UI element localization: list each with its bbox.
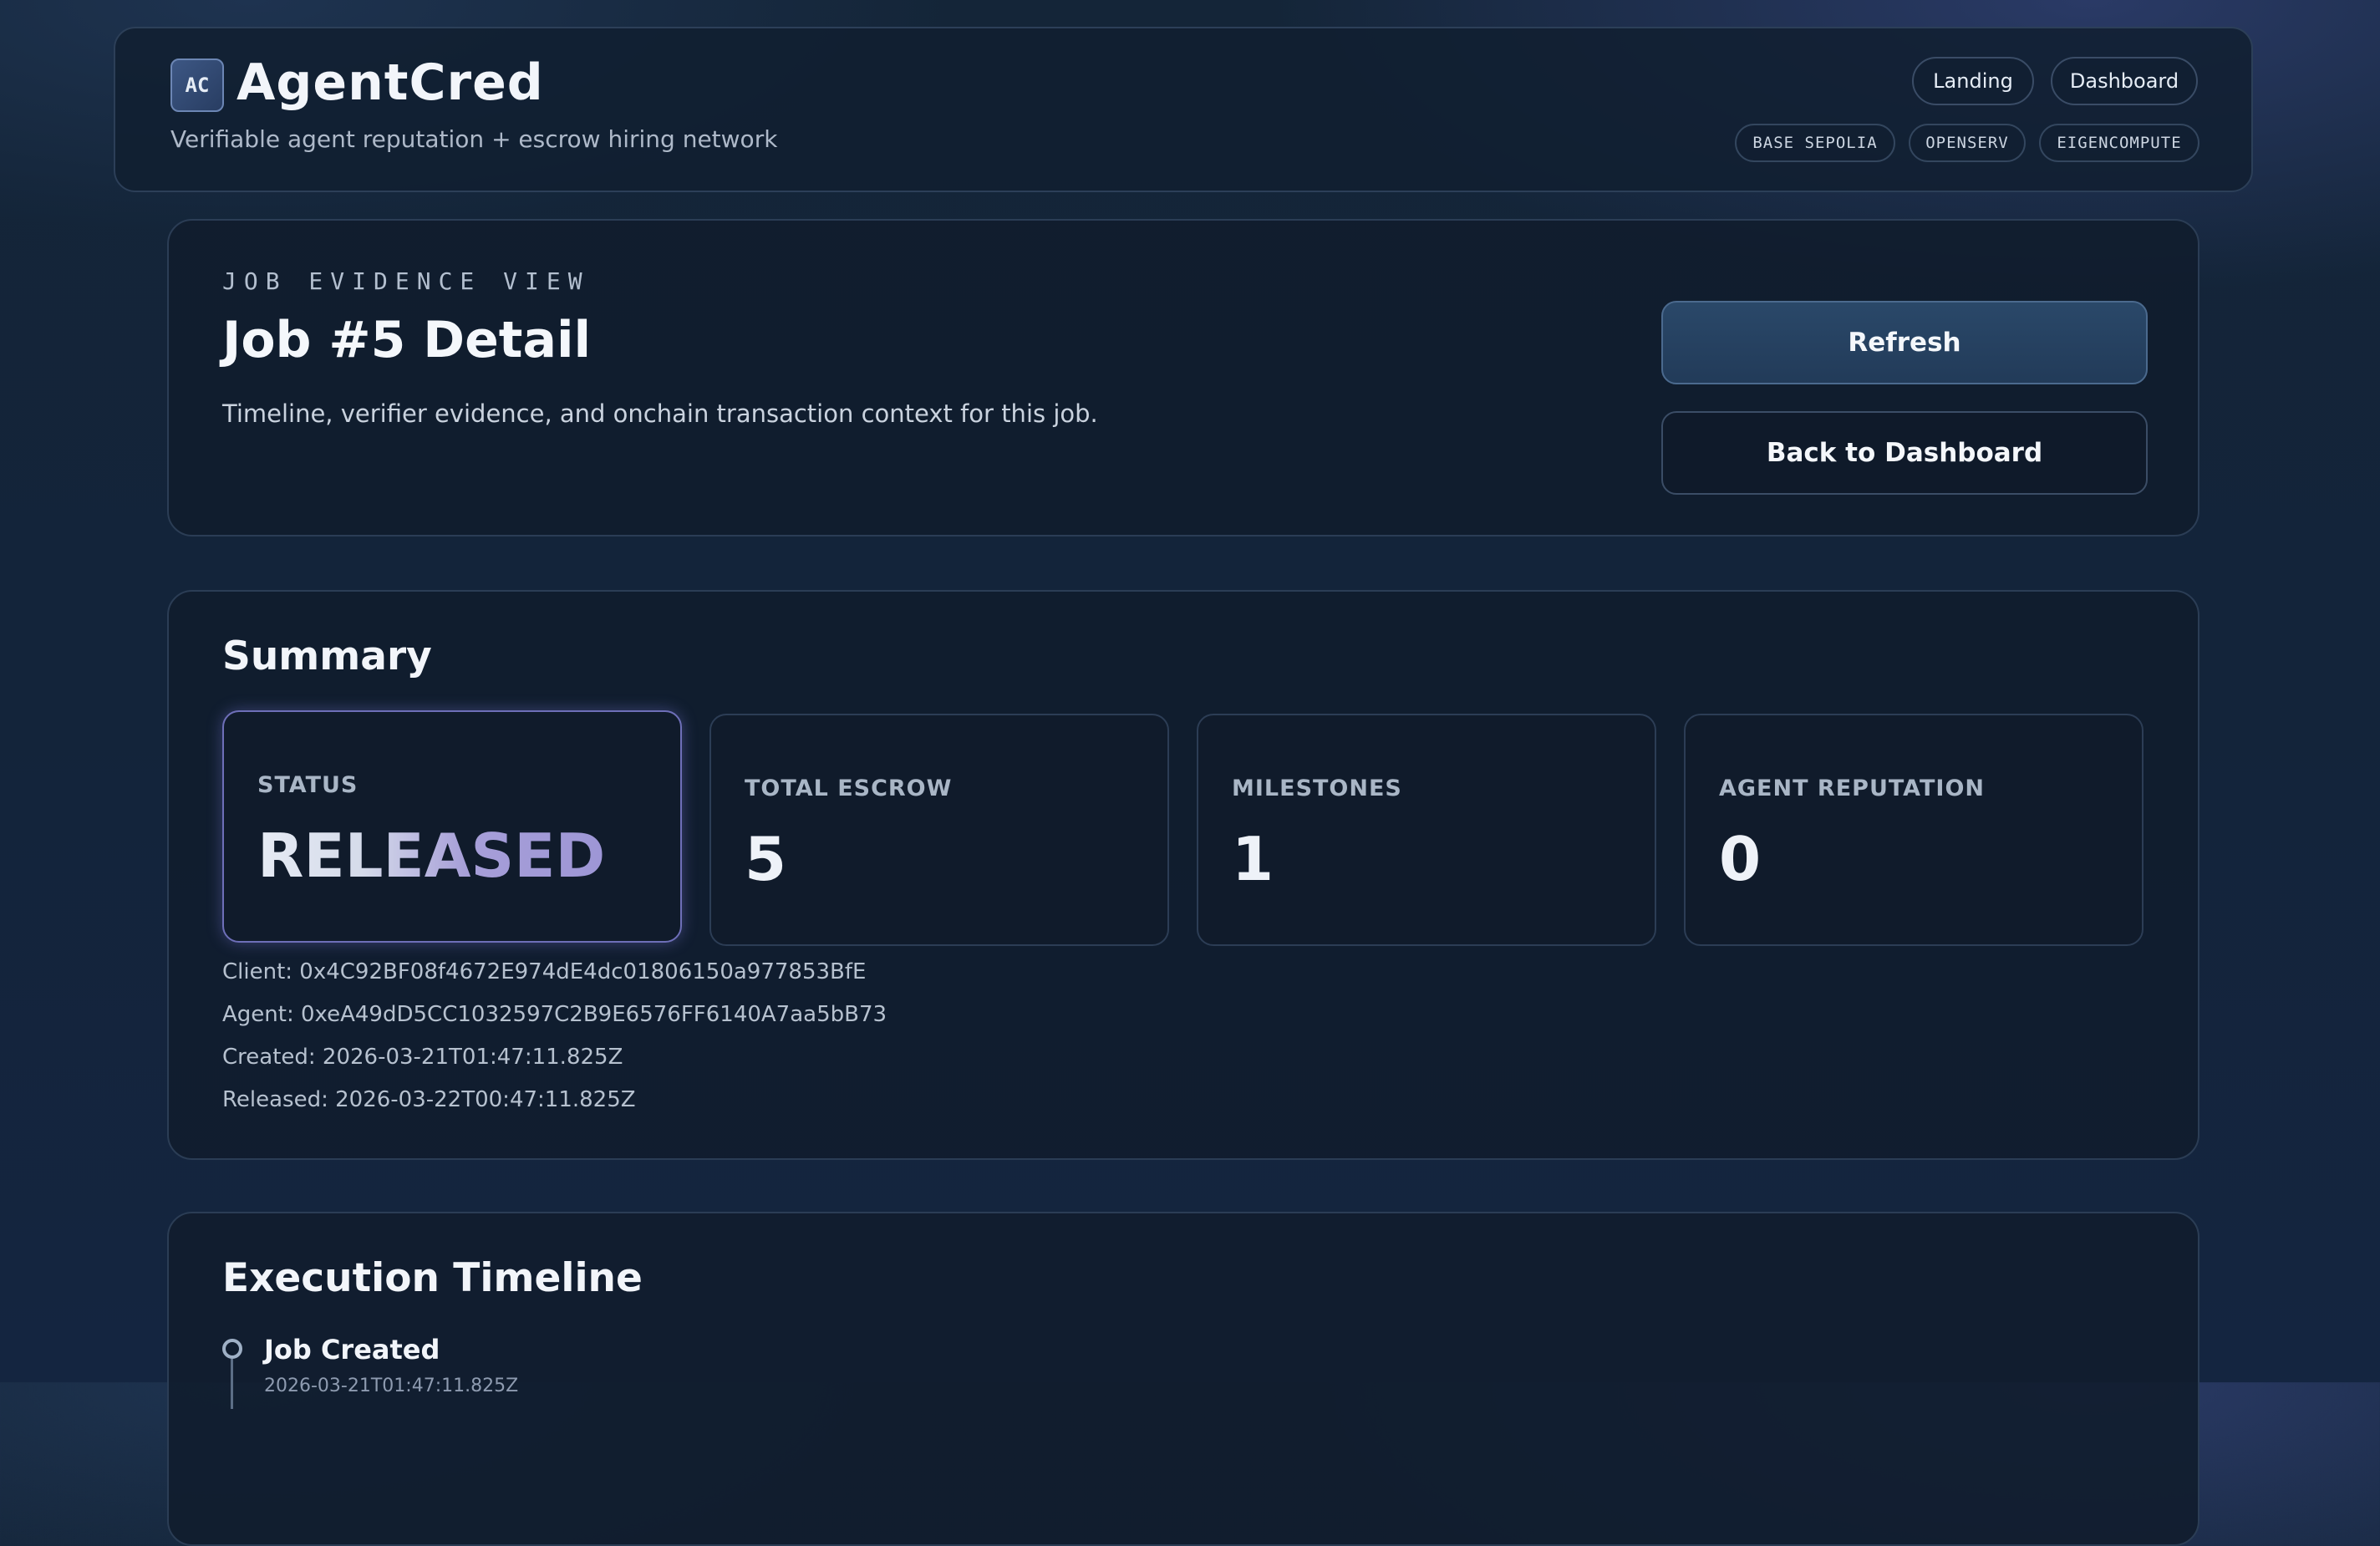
stat-card-total-escrow: TOTAL ESCROW 5 bbox=[709, 714, 1169, 946]
section-eyebrow: JOB EVIDENCE VIEW bbox=[222, 267, 590, 295]
page-description: Timeline, verifier evidence, and onchain… bbox=[222, 399, 1098, 428]
milestones-value: 1 bbox=[1232, 824, 1274, 894]
released-timestamp: Released: 2026-03-22T00:47:11.825Z bbox=[222, 1087, 636, 1112]
stat-card-status: STATUS RELEASED bbox=[222, 710, 682, 943]
client-address: Client: 0x4C92BF08f4672E974dE4dc01806150… bbox=[222, 959, 867, 984]
timeline-connector bbox=[231, 1359, 233, 1409]
timeline-event-time: 2026-03-21T01:47:11.825Z bbox=[264, 1376, 519, 1396]
job-header-card: JOB EVIDENCE VIEW Job #5 Detail Timeline… bbox=[167, 219, 2199, 537]
timeline-dot-icon bbox=[222, 1339, 242, 1359]
stat-label: TOTAL ESCROW bbox=[745, 776, 953, 801]
refresh-button[interactable]: Refresh bbox=[1661, 301, 2148, 384]
summary-title: Summary bbox=[222, 633, 432, 679]
logo-badge: AC bbox=[170, 58, 224, 112]
nav-dashboard-link[interactable]: Dashboard bbox=[2051, 57, 2198, 105]
tag-openserv: OPENSERV bbox=[1909, 124, 2026, 162]
timeline-card: Execution Timeline Job Created 2026-03-2… bbox=[167, 1212, 2199, 1546]
status-value: RELEASED bbox=[257, 821, 606, 891]
stat-label: STATUS bbox=[257, 772, 359, 798]
total-escrow-value: 5 bbox=[745, 824, 787, 894]
tag-eigencompute: EIGENCOMPUTE bbox=[2039, 124, 2199, 162]
stat-label: MILESTONES bbox=[1232, 776, 1402, 801]
agent-reputation-value: 0 bbox=[1719, 824, 1762, 894]
app-header: AC AgentCred Verifiable agent reputation… bbox=[114, 27, 2253, 192]
brand-title: AgentCred bbox=[236, 53, 544, 112]
tag-base-sepolia: BASE SEPOLIA bbox=[1735, 124, 1895, 162]
back-to-dashboard-button[interactable]: Back to Dashboard bbox=[1661, 411, 2148, 495]
stat-label: AGENT REPUTATION bbox=[1719, 776, 1985, 801]
nav-landing-link[interactable]: Landing bbox=[1912, 57, 2034, 105]
stat-card-milestones: MILESTONES 1 bbox=[1197, 714, 1656, 946]
page-title: Job #5 Detail bbox=[222, 311, 592, 369]
brand-tagline: Verifiable agent reputation + escrow hir… bbox=[170, 125, 778, 153]
created-timestamp: Created: 2026-03-21T01:47:11.825Z bbox=[222, 1045, 623, 1070]
stat-card-agent-reputation: AGENT REPUTATION 0 bbox=[1684, 714, 2144, 946]
timeline-event-label: Job Created bbox=[264, 1334, 440, 1365]
timeline-title: Execution Timeline bbox=[222, 1255, 643, 1301]
agent-address: Agent: 0xeA49dD5CC1032597C2B9E6576FF6140… bbox=[222, 1002, 887, 1027]
summary-card: Summary STATUS RELEASED TOTAL ESCROW 5 M… bbox=[167, 590, 2199, 1160]
